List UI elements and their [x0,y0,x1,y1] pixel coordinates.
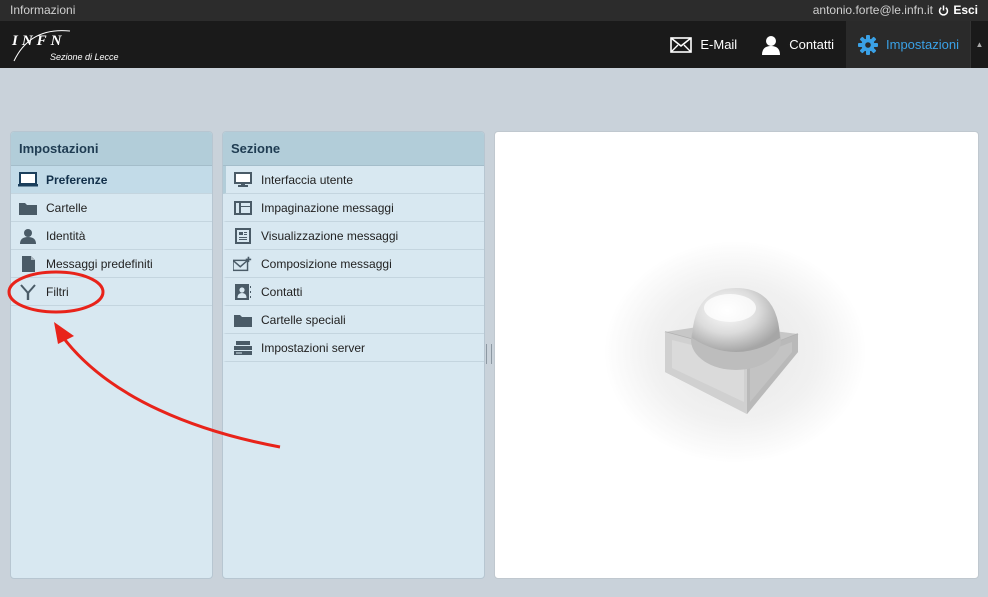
power-icon [939,4,949,16]
monitor-icon [233,172,253,188]
contacts-icon [233,283,253,300]
preferences-content-area [494,131,979,579]
filter-icon [18,283,38,300]
section-item-label: Cartelle speciali [261,312,346,327]
section-item-impaginazione-messaggi[interactable]: Impaginazione messaggi [223,194,484,222]
section-panel: Sezione Interfaccia utente Impaginazione… [222,131,485,579]
top-info-bar: Informazioni antonio.forte@le.infn.it Es… [0,0,988,21]
nav-settings[interactable]: Impostazioni [846,21,971,68]
person-icon [762,35,781,55]
panel-resize-handle[interactable] [486,344,492,364]
envelope-icon [670,36,693,53]
user-email: antonio.forte@le.infn.it [812,3,933,17]
folder-icon [233,312,253,328]
settings-panel: Impostazioni Preferenze Cartelle Identit… [10,131,213,579]
logo-subtitle: Sezione di Lecce [50,52,119,62]
nav-email[interactable]: E-Mail [658,21,749,68]
settings-item-label: Cartelle [46,200,88,215]
main-nav: E-Mail Contatti Impostazioni [658,21,971,68]
section-item-contatti[interactable]: Contatti [223,278,484,306]
nav-email-label: E-Mail [700,37,738,52]
nav-contacts-label: Contatti [789,37,835,52]
settings-item-identita[interactable]: Identità [11,222,212,250]
settings-item-label: Filtri [46,284,69,299]
message-view-icon [233,227,253,244]
layout-icon [233,200,253,216]
section-item-label: Interfaccia utente [261,172,354,187]
monitor-icon [18,172,38,188]
settings-item-messaggi-predefiniti[interactable]: Messaggi predefiniti [11,250,212,278]
logout-label: Esci [953,3,978,17]
section-item-label: Visualizzazione messaggi [261,228,399,243]
settings-panel-title: Impostazioni [11,132,212,166]
section-item-cartelle-speciali[interactable]: Cartelle speciali [223,306,484,334]
section-item-visualizzazione-messaggi[interactable]: Visualizzazione messaggi [223,222,484,250]
section-item-impostazioni-server[interactable]: Impostazioni server [223,334,484,362]
settings-item-label: Identità [46,228,86,243]
section-item-interfaccia-utente[interactable]: Interfaccia utente [223,166,484,194]
info-link[interactable]: Informazioni [10,3,75,17]
logo-mark: INFN [12,33,66,49]
document-icon [18,255,38,272]
settings-item-preferenze[interactable]: Preferenze [11,166,212,194]
section-item-label: Impostazioni server [261,340,366,355]
section-item-label: Impaginazione messaggi [261,200,394,215]
settings-item-label: Preferenze [46,172,108,187]
logout-button[interactable]: Esci [938,3,978,17]
section-panel-title: Sezione [223,132,484,166]
nav-settings-label: Impostazioni [886,37,959,52]
identity-icon [18,228,38,244]
infn-logo: INFN Sezione di Lecce [10,25,140,65]
header: INFN Sezione di Lecce E-Mail Contatti Im… [0,21,988,68]
triangle-up-icon: ▲ [975,40,984,49]
roundcube-logo-icon [664,288,799,414]
gear-icon [858,34,879,55]
server-icon [233,340,253,356]
compose-icon [233,256,253,272]
section-item-label: Composizione messaggi [261,256,392,271]
section-item-label: Contatti [261,284,303,299]
settings-item-label: Messaggi predefiniti [46,256,153,271]
folder-icon [18,200,38,216]
settings-item-cartelle[interactable]: Cartelle [11,194,212,222]
settings-item-filtri[interactable]: Filtri [11,278,212,306]
section-item-composizione-messaggi[interactable]: Composizione messaggi [223,250,484,278]
nav-contacts[interactable]: Contatti [749,21,846,68]
nav-toggle-button[interactable]: ▲ [970,21,988,68]
